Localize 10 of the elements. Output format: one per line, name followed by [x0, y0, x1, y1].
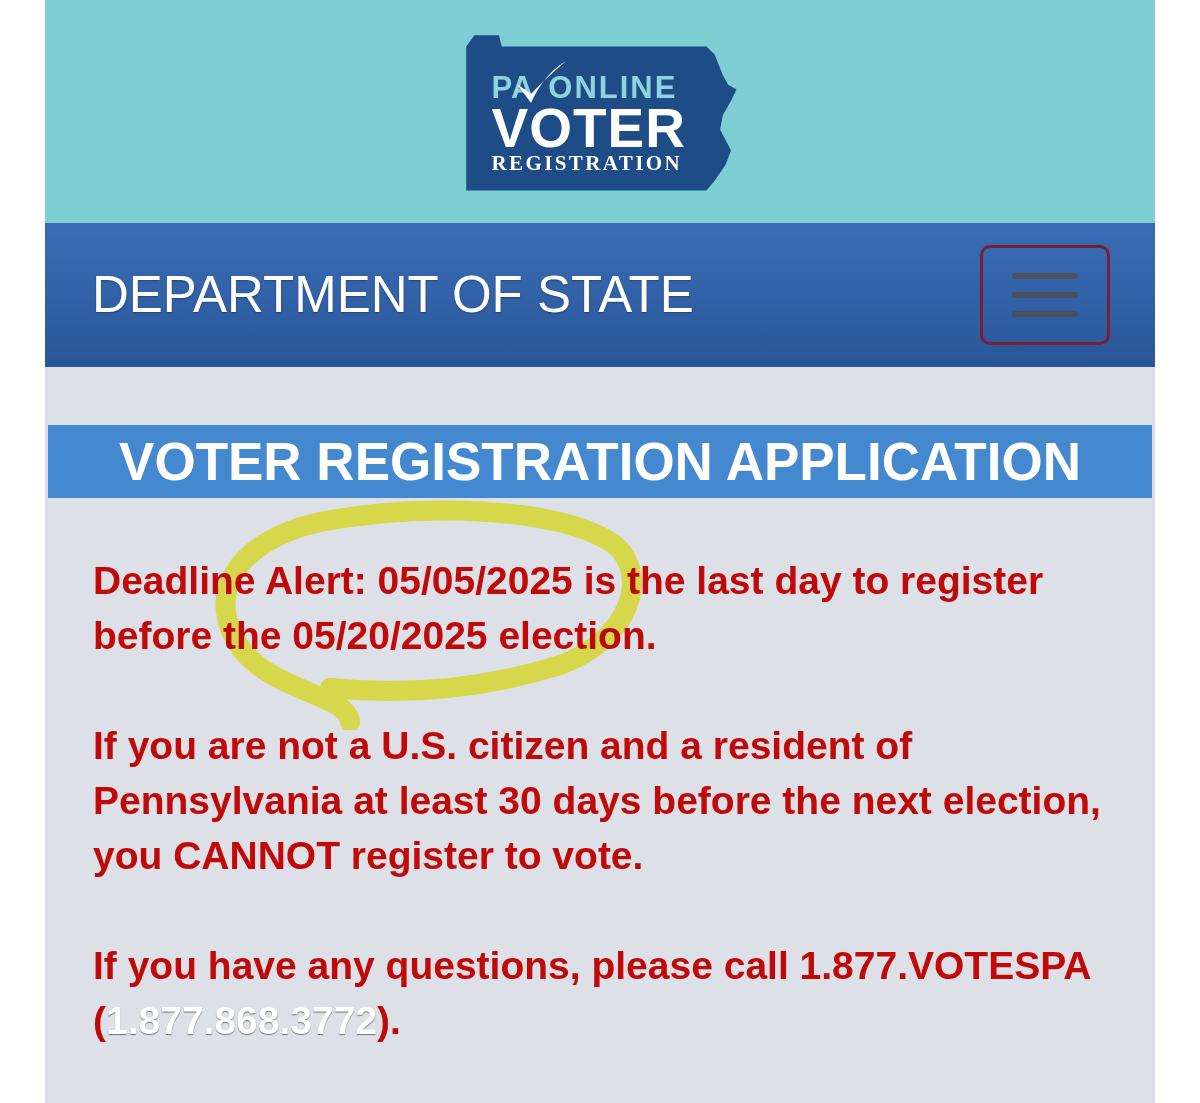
- notice-text: If you are not a U.S. citizen and a resident of Pennsylvania at least 30 days before the next election, you CANNOT register to vote.: [93, 723, 1102, 879]
- site-title: DEPARTMENT OF STATE: [92, 269, 694, 321]
- logo-subtitle: REGISTRATION: [491, 153, 684, 174]
- logo-tagline: ONLINE: [548, 72, 678, 103]
- phone-link[interactable]: 1.877.868.3772: [106, 993, 378, 1048]
- menu-icon: [1012, 272, 1078, 317]
- page-title: VOTER REGISTRATION APPLICATION: [119, 435, 1081, 488]
- menu-button[interactable]: [980, 244, 1110, 345]
- logo-title: VOTER: [491, 101, 687, 156]
- help-text: If you have any questions, please call 1.877.VOTESPA (1.877.868.3772).: [93, 938, 1123, 1048]
